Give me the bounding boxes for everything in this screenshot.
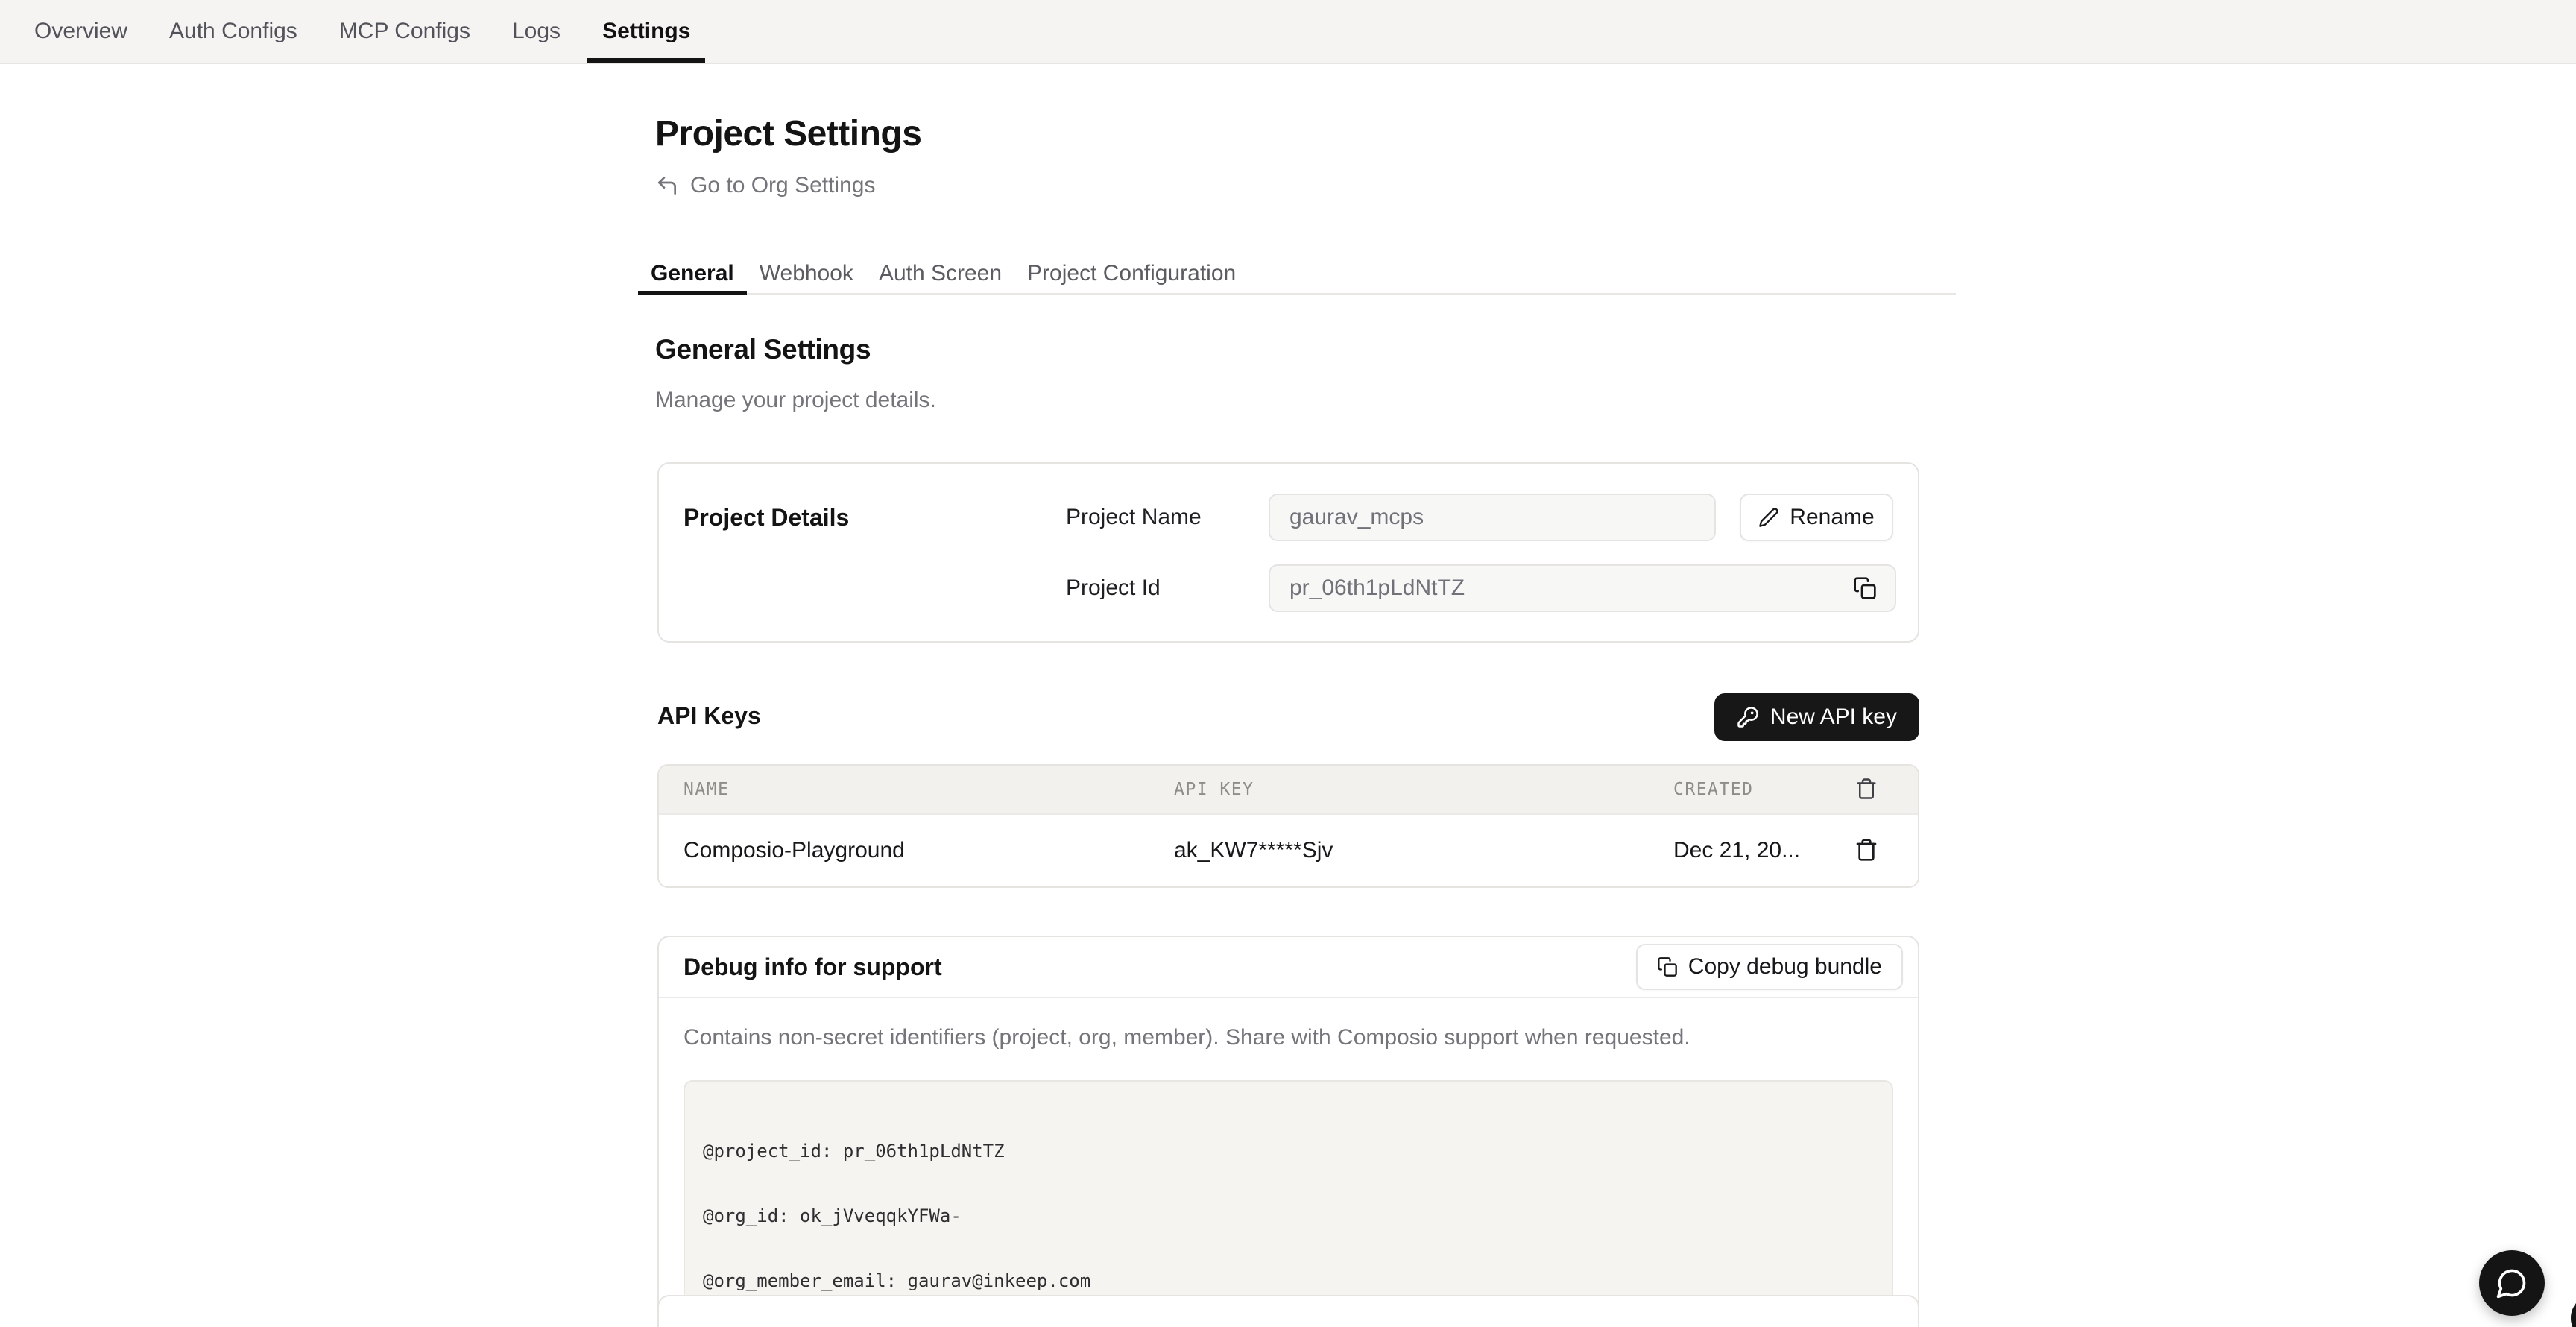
copy-project-id-button[interactable] [1853,576,1877,600]
chat-support-button[interactable] [2479,1250,2545,1316]
api-keys-table-header: NAME API KEY CREATED [659,766,1918,813]
api-keys-table: NAME API KEY CREATED Composio-Playground… [657,764,1919,888]
debug-info-card: Debug info for support Copy debug bundle… [657,936,1919,1327]
page-title: Project Settings [655,113,921,154]
api-key-masked-value: ak_KW7*****Sjv [1174,838,1673,863]
general-settings-subheading: Manage your project details. [655,388,936,413]
pencil-icon [1758,507,1779,528]
trash-icon [1854,838,1878,862]
general-settings-heading: General Settings [655,334,871,365]
go-to-org-settings-link[interactable]: Go to Org Settings [655,173,875,198]
project-id-input[interactable] [1269,564,1896,612]
edge-clipped-button[interactable] [2571,1294,2576,1327]
new-api-key-label: New API key [1770,705,1897,730]
debug-info-description: Contains non-secret identifiers (project… [684,1025,1893,1050]
column-header-name: NAME [684,780,1174,799]
trash-icon [1855,778,1878,800]
top-navigation: Overview Auth Configs MCP Configs Logs S… [0,0,2576,64]
settings-tabstrip: General Webhook Auth Screen Project Conf… [638,254,1956,295]
nav-item-mcp-configs[interactable]: MCP Configs [339,0,470,63]
copy-icon [1657,956,1678,977]
debug-line-project-id: @project_id: pr_06th1pLdNtTZ [703,1141,1874,1162]
column-header-api-key: API KEY [1174,780,1673,799]
tab-general[interactable]: General [651,254,734,293]
tab-project-configuration[interactable]: Project Configuration [1027,254,1236,293]
api-key-created-date: Dec 21, 20... [1673,838,1840,863]
next-section-card-partial [657,1295,1919,1327]
nav-item-overview[interactable]: Overview [34,0,127,63]
nav-item-settings[interactable]: Settings [602,0,690,63]
copy-debug-bundle-label: Copy debug bundle [1688,954,1882,980]
nav-item-auth-configs[interactable]: Auth Configs [169,0,297,63]
chat-bubble-icon [2496,1267,2528,1299]
tab-auth-screen[interactable]: Auth Screen [879,254,1002,293]
debug-info-title: Debug info for support [684,954,942,981]
delete-all-keys-button[interactable] [1855,778,1878,802]
tab-webhook[interactable]: Webhook [760,254,853,293]
nav-item-logs[interactable]: Logs [512,0,561,63]
project-details-card: Project Details Project Name Rename Proj… [657,462,1919,643]
corner-up-left-icon [655,174,679,198]
column-header-created: CREATED [1673,780,1840,799]
api-key-name: Composio-Playground [684,838,1174,863]
debug-line-org-id: @org_id: ok_jVveqqkYFWa- [703,1205,1874,1227]
back-link-label: Go to Org Settings [690,173,875,198]
debug-identifiers-block: @project_id: pr_06th1pLdNtTZ @org_id: ok… [684,1080,1893,1327]
debug-info-header: Debug info for support Copy debug bundle [659,937,1918,998]
copy-debug-bundle-button[interactable]: Copy debug bundle [1636,944,1903,990]
project-name-label: Project Name [1066,505,1269,530]
api-keys-heading: API Keys [657,702,761,730]
new-api-key-button[interactable]: New API key [1714,693,1919,741]
delete-key-button[interactable] [1854,838,1878,864]
project-settings-page: Overview Auth Configs MCP Configs Logs S… [0,0,2576,1327]
copy-icon [1853,576,1877,600]
project-name-input[interactable] [1269,494,1716,541]
rename-button[interactable]: Rename [1740,494,1893,541]
key-icon [1737,706,1759,728]
table-row: Composio-Playground ak_KW7*****Sjv Dec 2… [659,813,1918,886]
debug-line-org-member-email: @org_member_email: gaurav@inkeep.com [703,1270,1874,1292]
project-id-label: Project Id [1066,576,1269,601]
project-details-title: Project Details [684,504,1066,532]
rename-button-label: Rename [1790,505,1874,530]
